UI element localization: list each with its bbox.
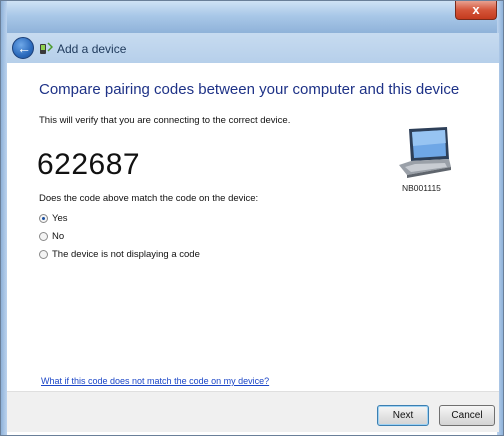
radio-label-yes: Yes: [52, 213, 68, 224]
radio-option-no[interactable]: No: [39, 231, 64, 242]
back-button[interactable]: ←: [12, 37, 34, 59]
help-link[interactable]: What if this code does not match the cod…: [41, 376, 269, 386]
device-name: NB001115: [402, 183, 441, 193]
laptop-icon: [399, 127, 451, 178]
title-bar[interactable]: [1, 1, 503, 33]
next-button[interactable]: Next: [377, 405, 429, 426]
button-bar: Next Cancel: [7, 391, 499, 432]
back-arrow-icon: ←: [17, 40, 31, 56]
radio-button-no-code[interactable]: [39, 250, 48, 259]
radio-option-no-code[interactable]: The device is not displaying a code: [39, 249, 200, 260]
navigation-bar: ← Add a device: [7, 33, 499, 63]
radio-label-no: No: [52, 231, 65, 242]
radio-button-yes[interactable]: [39, 214, 48, 223]
radio-button-no[interactable]: [39, 232, 48, 241]
wizard-title: Add a device: [57, 42, 127, 56]
match-question: Does the code above match the code on th…: [39, 193, 259, 204]
cancel-button[interactable]: Cancel: [439, 405, 495, 426]
content-pane: Compare pairing codes between your compu…: [7, 63, 499, 391]
pairing-code: 622687: [37, 148, 141, 181]
instruction-text: This will verify that you are connecting…: [39, 115, 291, 126]
page-heading: Compare pairing codes between your compu…: [39, 81, 460, 98]
close-button[interactable]: x: [455, 1, 497, 20]
radio-option-yes[interactable]: Yes: [39, 213, 68, 224]
add-device-window: x ← Add a device Compare pairing codes b…: [0, 0, 504, 436]
bluetooth-device-icon: [40, 42, 53, 54]
radio-label-no-code: The device is not displaying a code: [52, 249, 200, 260]
